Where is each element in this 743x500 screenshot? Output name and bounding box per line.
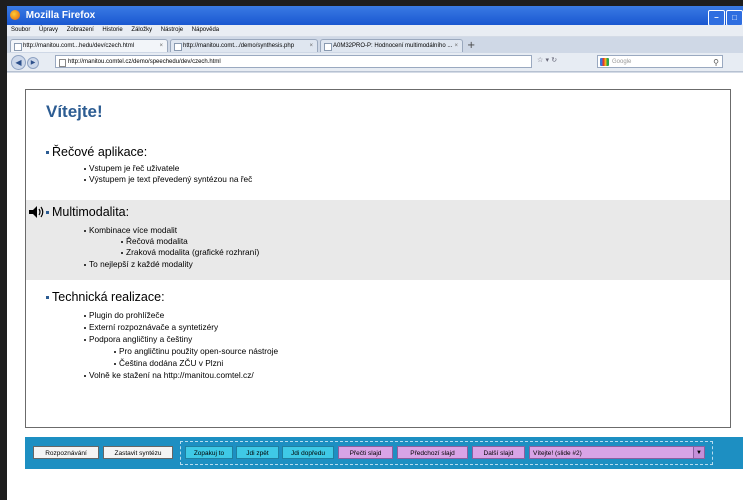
minimize-icon[interactable]: –	[708, 10, 725, 26]
tab-hodnoceni[interactable]: A0M32PRO-P: Hodnocení multimodálního ...…	[320, 39, 463, 52]
page-favicon-icon	[14, 43, 22, 51]
tab-czech[interactable]: http://manitou.comt...hedu/dev/czech.htm…	[10, 39, 168, 52]
page-favicon-icon	[174, 43, 182, 51]
list-item: Kombinace více modalit	[84, 225, 177, 235]
menu-soubor[interactable]: Soubor	[11, 27, 30, 33]
slide-select[interactable]: Vítejte! (slide #2) ▼	[529, 446, 705, 459]
list-item: Výstupem je text převedený syntézou na ř…	[84, 174, 252, 184]
list-item: Pro angličtinu použity open-source nástr…	[114, 346, 278, 356]
bookmark-star-icon[interactable]: ☆ ▾ ↻	[537, 56, 557, 64]
repeat-button[interactable]: Zopakuj to	[185, 446, 233, 459]
stop-synthesis-button[interactable]: Zastavit syntézu	[103, 446, 173, 459]
list-item: Zraková modalita (grafické rozhraní)	[121, 247, 259, 257]
menu-napoveda[interactable]: Nápověda	[192, 27, 219, 33]
chevron-down-icon[interactable]: ▼	[693, 447, 704, 458]
forward-button[interactable]: Jdi dopředu	[282, 446, 334, 459]
slide-panel: Vítejte! Řečové aplikace: Vstupem je řeč…	[25, 89, 731, 428]
read-slide-button[interactable]: Přečti slajd	[338, 446, 393, 459]
section-title: Řečové aplikace:	[46, 145, 147, 159]
search-icon[interactable]: ⚲	[713, 56, 719, 69]
recognize-button[interactable]: Rozpoznávání	[33, 446, 99, 459]
tab-label: http://manitou.comt.../demo/synthesis.ph…	[183, 43, 295, 49]
section-speech-apps: Řečové aplikace: Vstupem je řeč uživatel…	[26, 138, 730, 188]
firefox-logo-icon	[10, 10, 20, 21]
url-text: http://manitou.comtel.cz/demo/speechedu/…	[68, 59, 221, 65]
window-title: Mozilla Firefox	[25, 10, 96, 21]
tab-close-icon[interactable]: ×	[454, 40, 458, 52]
forward-icon[interactable]: ▶	[27, 57, 39, 69]
tab-close-icon[interactable]: ×	[309, 40, 313, 52]
section-title: Multimodalita:	[46, 205, 129, 219]
tab-synthesis[interactable]: http://manitou.comt.../demo/synthesis.ph…	[170, 39, 318, 52]
list-item: Podpora angličtiny a češtiny	[84, 334, 192, 344]
navigation-bar: ◀ ▶ http://manitou.comtel.cz/demo/speech…	[7, 53, 743, 72]
speaker-icon[interactable]	[29, 206, 45, 218]
section-multimodality: Multimodalita: Kombinace více modalit Ře…	[26, 200, 730, 280]
tab-label: A0M32PRO-P: Hodnocení multimodálního ...	[333, 43, 453, 49]
back-icon[interactable]: ◀	[11, 55, 26, 70]
menu-upravy[interactable]: Úpravy	[39, 27, 58, 33]
back-button[interactable]: Jdi zpět	[236, 446, 279, 459]
menu-zobrazeni[interactable]: Zobrazení	[67, 27, 94, 33]
page-favicon-icon	[324, 43, 332, 51]
list-item: Plugin do prohlížeče	[84, 310, 164, 320]
slide-select-value: Vítejte! (slide #2)	[533, 450, 582, 457]
browser-window: Mozilla Firefox – □ Soubor Úpravy Zobraze…	[7, 6, 743, 500]
list-item: To nejlepší z každé modality	[84, 259, 193, 269]
slide-title: Vítejte!	[46, 102, 103, 121]
list-item: Volně ke stažení na http://manitou.comte…	[84, 370, 254, 380]
menu-zalozky[interactable]: Záložky	[131, 27, 152, 33]
google-logo-icon	[600, 58, 609, 66]
tab-label: http://manitou.comt...hedu/dev/czech.htm…	[23, 43, 135, 49]
search-input[interactable]: Google ⚲	[597, 55, 723, 68]
section-title: Technická realizace:	[46, 290, 165, 304]
page-content: Vítejte! Řečové aplikace: Vstupem je řeč…	[7, 73, 743, 500]
list-item: Čeština dodána ZČU v Plzni	[114, 358, 223, 368]
search-placeholder: Google	[612, 59, 632, 65]
menu-nastroje[interactable]: Nástroje	[161, 27, 183, 33]
tab-bar: http://manitou.comt...hedu/dev/czech.htm…	[7, 37, 743, 53]
address-bar[interactable]: http://manitou.comtel.cz/demo/speechedu/…	[55, 55, 532, 68]
title-bar: Mozilla Firefox – □	[7, 6, 743, 26]
next-slide-button[interactable]: Další slajd	[472, 446, 525, 459]
page-icon	[59, 59, 66, 67]
list-item: Řečová modalita	[121, 236, 188, 246]
menu-historie[interactable]: Historie	[102, 27, 122, 33]
previous-slide-button[interactable]: Předchozí slajd	[397, 446, 468, 459]
list-item: Externí rozpoznávače a syntetizéry	[84, 322, 218, 332]
control-bar: Rozpoznávání Zastavit syntézu Zopakuj to…	[25, 437, 743, 469]
tab-close-icon[interactable]: ×	[159, 40, 163, 52]
new-tab-icon[interactable]: +	[467, 40, 475, 52]
maximize-icon[interactable]: □	[726, 10, 743, 26]
menu-bar: Soubor Úpravy Zobrazení Historie Záložky…	[7, 25, 743, 36]
section-technical: Technická realizace: Plugin do prohlížeč…	[26, 283, 730, 395]
list-item: Vstupem je řeč uživatele	[84, 163, 179, 173]
